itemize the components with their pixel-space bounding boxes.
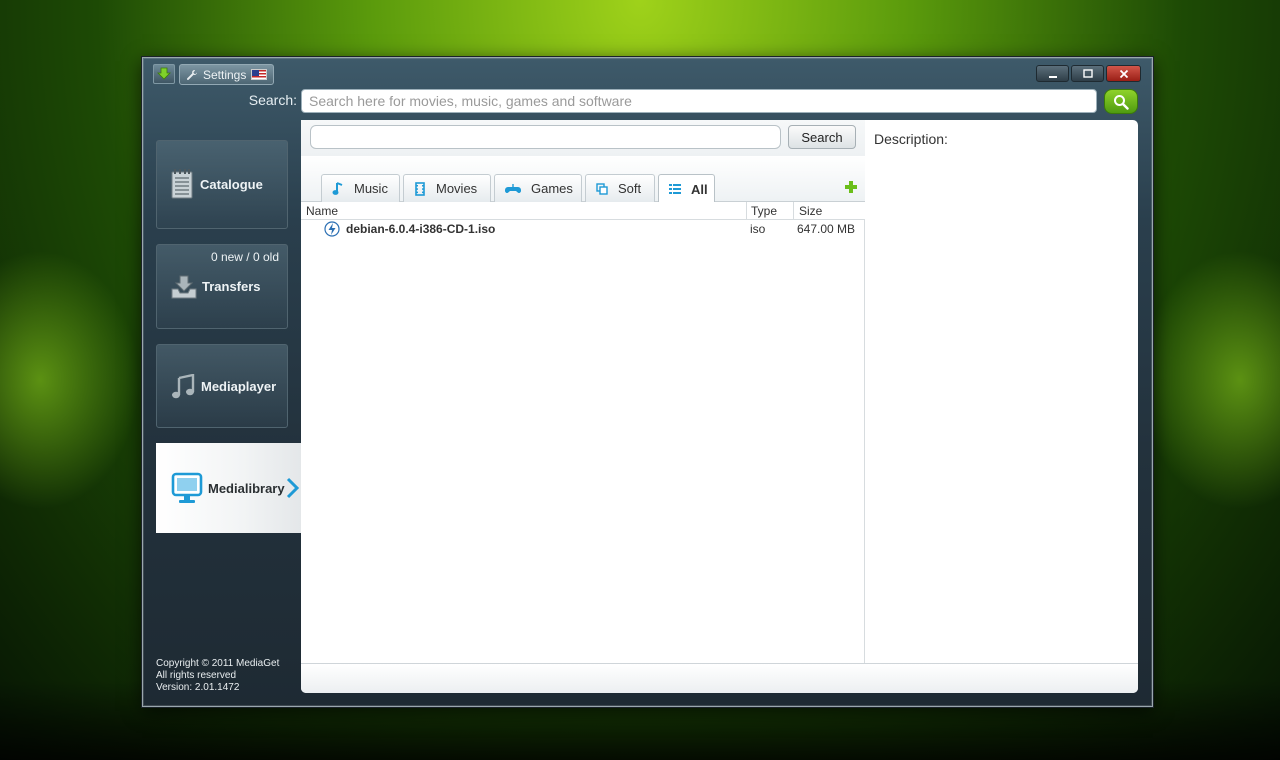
copyright-line: Copyright © 2011 MediaGet	[156, 658, 280, 669]
sidebar-item-medialibrary[interactable]: Medialibrary	[156, 443, 301, 533]
tab-movies[interactable]: Movies	[403, 174, 491, 202]
sidebar-label-transfers: Transfers	[202, 279, 261, 294]
settings-button[interactable]: Settings	[179, 64, 274, 85]
settings-label: Settings	[203, 67, 247, 82]
sidebar-label-mediaplayer: Mediaplayer	[201, 379, 277, 394]
us-flag-icon[interactable]	[251, 69, 268, 80]
sidebar-item-mediaplayer[interactable]: Mediaplayer	[156, 344, 288, 428]
music-note-icon	[332, 181, 343, 195]
tab-label: Movies	[436, 181, 478, 196]
monitor-icon	[171, 472, 203, 503]
row-type: iso	[750, 222, 766, 236]
row-name: debian-6.0.4-i386-CD-1.iso	[346, 222, 496, 236]
torrent-bolt-icon	[324, 221, 340, 237]
main-search-button[interactable]	[1104, 89, 1138, 114]
library-search-input[interactable]	[310, 125, 781, 149]
background-glow-right	[1140, 250, 1280, 510]
app-logo-icon[interactable]	[153, 64, 175, 84]
transfers-count: 0 new / 0 old	[210, 250, 279, 264]
sidebar-label-medialibrary: Medialibrary	[208, 481, 285, 496]
list-icon	[669, 184, 681, 194]
library-search-button[interactable]: Search	[788, 125, 856, 149]
sidebar-label-catalogue: Catalogue	[200, 177, 263, 192]
status-bar	[301, 663, 1138, 693]
app-window: Settings Search: Catalogue 0 new / 0 old	[142, 57, 1153, 707]
table-header: Name Type Size	[301, 202, 865, 220]
music-note-icon	[172, 374, 195, 399]
column-type[interactable]: Type	[751, 204, 777, 218]
column-divider[interactable]	[793, 202, 794, 220]
tab-soft[interactable]: Soft	[585, 174, 655, 202]
row-size: 647.00 MB	[797, 222, 856, 236]
table-row[interactable]: debian-6.0.4-i386-CD-1.iso iso 647.00 MB	[301, 220, 865, 238]
version-line: Version: 2.01.1472	[156, 682, 240, 693]
medialibrary-panel: Search Music Movies Games Soft All Name …	[301, 120, 1138, 693]
column-divider[interactable]	[746, 202, 747, 220]
add-category-icon[interactable]	[844, 180, 858, 194]
maximize-icon	[1082, 68, 1093, 78]
catalogue-icon	[171, 169, 193, 199]
close-button[interactable]	[1106, 65, 1141, 82]
maximize-button[interactable]	[1071, 65, 1104, 82]
column-size[interactable]: Size	[799, 204, 822, 218]
rights-line: All rights reserved	[156, 670, 237, 681]
sidebar-item-transfers[interactable]: 0 new / 0 old Transfers	[156, 244, 288, 329]
wrench-icon	[187, 69, 197, 80]
minimize-button[interactable]	[1036, 65, 1069, 82]
sidebar-item-catalogue[interactable]: Catalogue	[156, 140, 288, 229]
library-search-bar: Search	[301, 120, 865, 156]
tab-label: Soft	[618, 181, 642, 196]
close-icon	[1119, 69, 1128, 78]
minimize-icon	[1048, 75, 1057, 78]
tab-music[interactable]: Music	[321, 174, 400, 202]
tab-all[interactable]: All	[658, 174, 715, 203]
film-icon	[415, 181, 425, 196]
tab-label: Music	[354, 181, 388, 196]
category-tabs: Music Movies Games Soft All	[301, 156, 865, 203]
download-tray-icon	[171, 275, 197, 299]
main-search-input[interactable]	[301, 89, 1097, 113]
search-label: Search:	[248, 92, 297, 108]
download-arrow-icon	[157, 67, 171, 80]
gamepad-icon	[505, 183, 521, 193]
description-label: Description:	[874, 131, 948, 147]
search-icon	[1114, 94, 1129, 110]
column-name[interactable]: Name	[306, 204, 338, 218]
description-pane: Description:	[866, 120, 1138, 663]
library-list-pane: Search Music Movies Games Soft All Name …	[301, 120, 865, 663]
copyright-block: Copyright © 2011 MediaGet All rights res…	[156, 658, 279, 694]
tab-label: Games	[531, 181, 573, 196]
tab-label: All	[691, 181, 708, 197]
background-glow-left	[0, 250, 140, 510]
tab-games[interactable]: Games	[494, 174, 582, 202]
chevron-right-icon	[286, 477, 300, 499]
copy-icon	[596, 182, 608, 195]
